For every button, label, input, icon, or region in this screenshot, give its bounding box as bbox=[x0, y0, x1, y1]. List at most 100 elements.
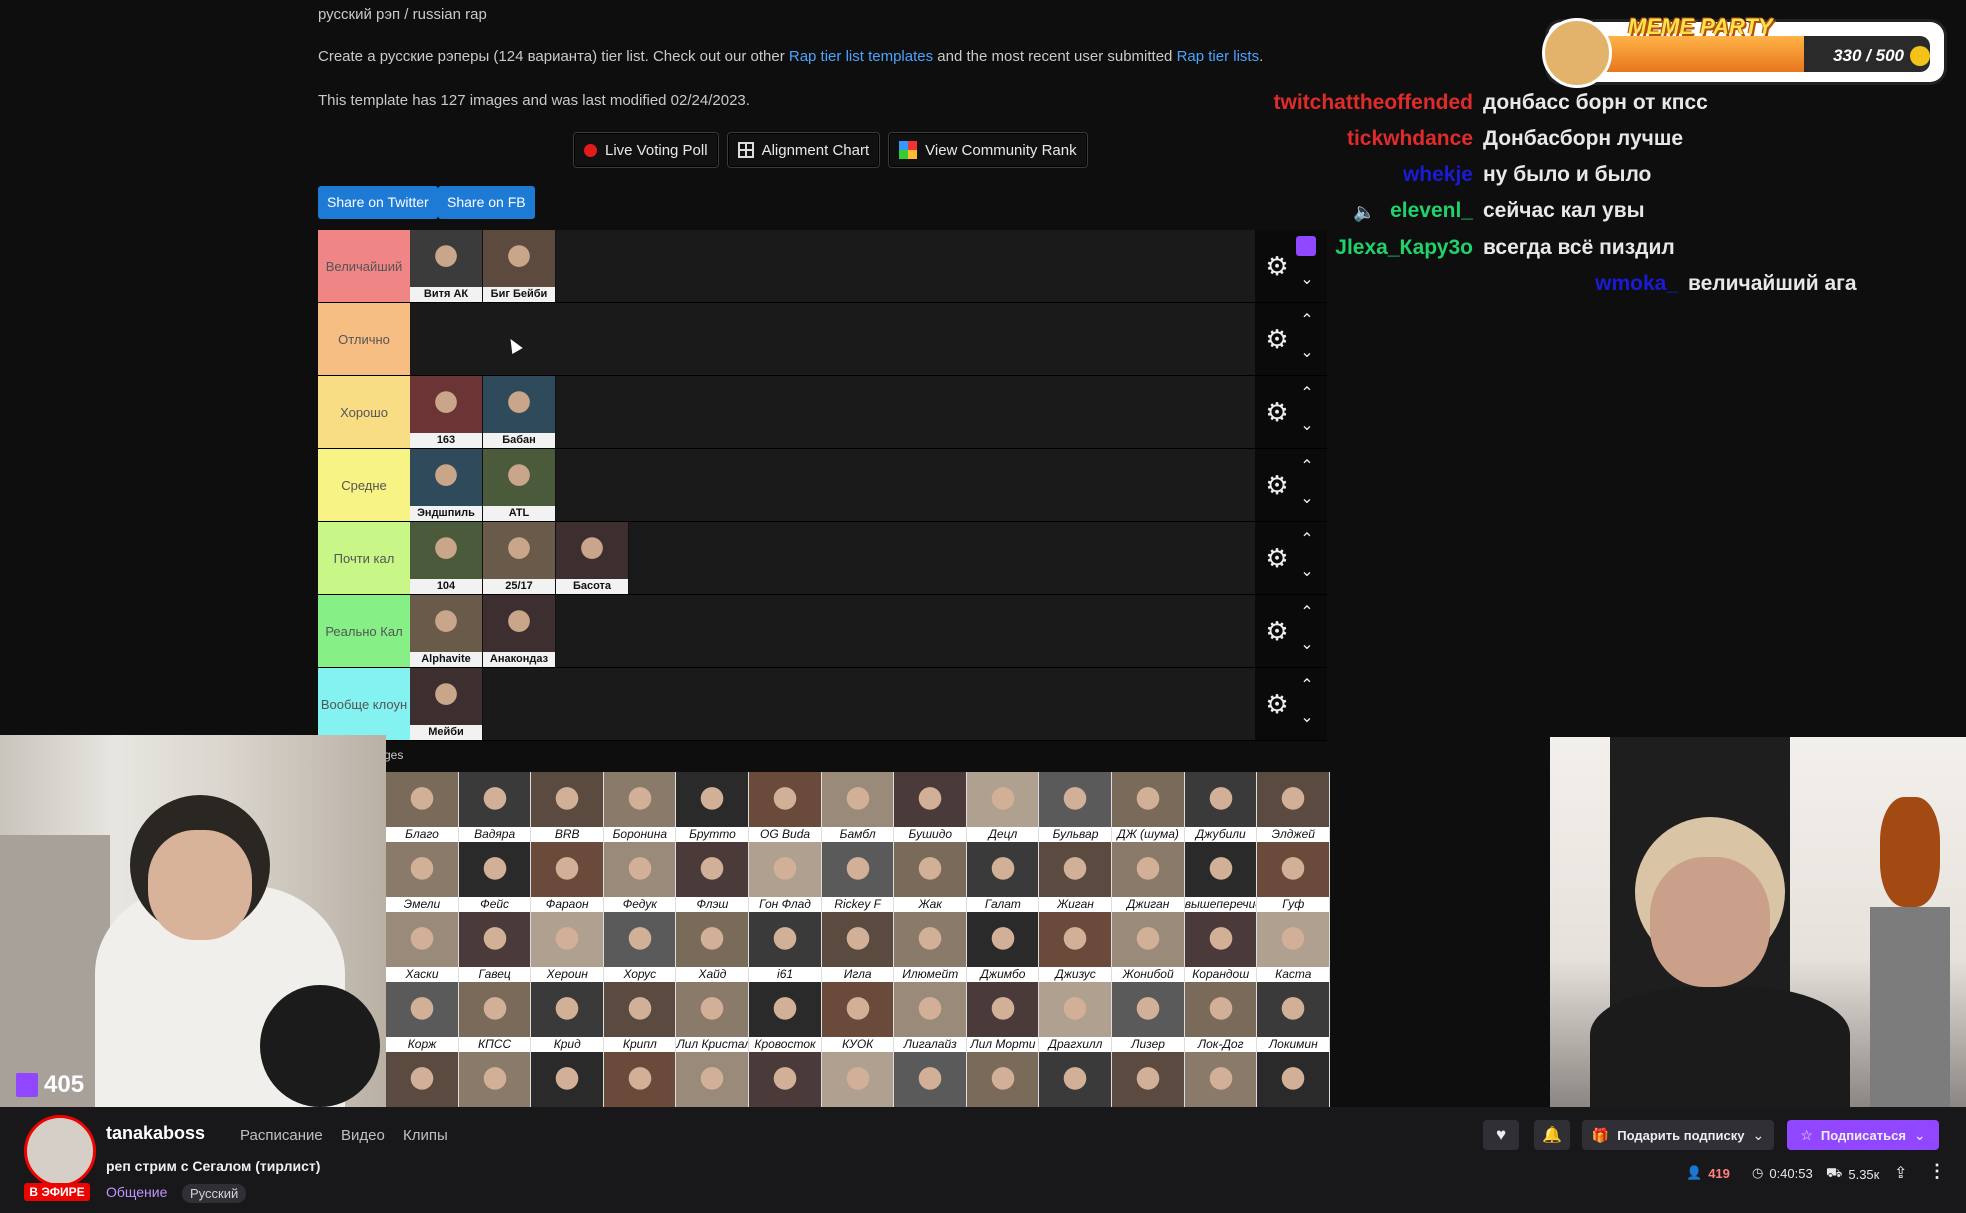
gear-icon[interactable]: ⚙ bbox=[1263, 617, 1291, 645]
pool-card[interactable] bbox=[1257, 1052, 1330, 1107]
tier-label[interactable]: Средне bbox=[318, 449, 410, 521]
tier-card[interactable]: Биг Бейби bbox=[483, 230, 556, 302]
pool-card[interactable]: ДЖ (шума) bbox=[1112, 772, 1185, 842]
pool-card[interactable] bbox=[1184, 1052, 1258, 1107]
pool-card[interactable] bbox=[676, 1052, 750, 1107]
follow-button[interactable]: ♥ bbox=[1483, 1120, 1519, 1150]
pool-card[interactable]: Жиган bbox=[1039, 842, 1113, 912]
pool-card[interactable]: Брутто bbox=[676, 772, 750, 842]
channel-avatar[interactable] bbox=[24, 1115, 96, 1187]
tier-card[interactable]: Мейби bbox=[410, 668, 483, 740]
pool-card[interactable] bbox=[966, 1052, 1040, 1107]
pool-card[interactable]: Rickey F bbox=[821, 842, 895, 912]
pool-card[interactable]: Джимбо bbox=[966, 912, 1040, 982]
pool-card[interactable]: Федук bbox=[603, 842, 677, 912]
pool-card[interactable]: Джубили bbox=[1184, 772, 1258, 842]
pool-card[interactable]: Лизер bbox=[1112, 982, 1185, 1052]
tier-label[interactable]: Величайший bbox=[318, 230, 410, 302]
chevron-down-icon[interactable]: ⌄ bbox=[1297, 491, 1317, 507]
gear-icon[interactable]: ⚙ bbox=[1263, 690, 1291, 718]
tier-card[interactable]: 104 bbox=[410, 522, 483, 594]
pool-card[interactable] bbox=[894, 1052, 967, 1107]
chevron-up-icon[interactable]: ⌃ bbox=[1297, 678, 1317, 694]
gear-icon[interactable]: ⚙ bbox=[1263, 325, 1291, 353]
pool-card[interactable]: Фейс bbox=[458, 842, 532, 912]
pool-card[interactable] bbox=[749, 1052, 822, 1107]
pool-card[interactable] bbox=[1112, 1052, 1185, 1107]
tier-card[interactable]: Витя АК bbox=[410, 230, 483, 302]
pool-card[interactable]: КПСС bbox=[458, 982, 532, 1052]
tier-card[interactable]: Анакондаз bbox=[483, 595, 556, 667]
pool-card[interactable]: Игла bbox=[821, 912, 895, 982]
share-icon[interactable]: ⇪ bbox=[1894, 1163, 1907, 1183]
pool-card[interactable]: Лил Морти bbox=[966, 982, 1040, 1052]
tier-card[interactable]: ATL bbox=[483, 449, 556, 521]
pool-card[interactable]: Вадяра bbox=[458, 772, 532, 842]
pool-card[interactable]: Джиган bbox=[1112, 842, 1185, 912]
tier-card[interactable]: Alphavite bbox=[410, 595, 483, 667]
pool-card[interactable]: Крипл bbox=[603, 982, 677, 1052]
alignment-chart-button[interactable]: Alignment Chart bbox=[726, 132, 881, 168]
community-rank-button[interactable]: View Community Rank bbox=[888, 132, 1088, 168]
pool-card[interactable]: Флэш bbox=[676, 842, 750, 912]
pool-card[interactable] bbox=[821, 1052, 895, 1107]
tier-card[interactable]: Бабан bbox=[483, 376, 556, 448]
pool-card[interactable]: Гон Флад bbox=[749, 842, 822, 912]
pool-card[interactable]: Лил Кристал bbox=[676, 982, 750, 1052]
chevron-down-icon[interactable]: ⌄ bbox=[1297, 710, 1317, 726]
nav-videos[interactable]: Видео bbox=[341, 1127, 385, 1144]
rap-templates-link[interactable]: Rap tier list templates bbox=[789, 48, 933, 65]
pool-card[interactable]: Галат bbox=[966, 842, 1040, 912]
tier-label[interactable]: Реально Кал bbox=[318, 595, 410, 667]
chevron-down-icon[interactable]: ⌄ bbox=[1297, 564, 1317, 580]
gear-icon[interactable]: ⚙ bbox=[1263, 398, 1291, 426]
stream-video[interactable]: русский рэп / russian rap Create a русск… bbox=[0, 0, 1966, 1107]
live-voting-poll-button[interactable]: Live Voting Poll bbox=[573, 132, 719, 168]
language-tag[interactable]: Русский bbox=[182, 1184, 247, 1203]
pool-card[interactable]: Жонибой bbox=[1112, 912, 1185, 982]
pool-card[interactable]: Корандош bbox=[1184, 912, 1258, 982]
pool-card[interactable]: Децл bbox=[966, 772, 1040, 842]
pool-card[interactable]: i61 bbox=[749, 912, 822, 982]
pool-card[interactable]: Гуф bbox=[1257, 842, 1330, 912]
pool-card[interactable]: Благо bbox=[386, 772, 459, 842]
chevron-down-icon[interactable]: ⌄ bbox=[1297, 418, 1317, 434]
chevron-up-icon[interactable]: ⌃ bbox=[1297, 386, 1317, 402]
pool-card[interactable]: Гавец bbox=[458, 912, 532, 982]
tier-label[interactable]: Хорошо bbox=[318, 376, 410, 448]
pool-card[interactable] bbox=[386, 1052, 459, 1107]
nav-clips[interactable]: Клипы bbox=[403, 1127, 448, 1144]
pool-card[interactable]: Драгхилл bbox=[1039, 982, 1113, 1052]
subscribe-button[interactable]: ☆ Подписаться ⌄ bbox=[1787, 1120, 1939, 1150]
tier-label[interactable]: Отлично bbox=[318, 303, 410, 375]
gear-icon[interactable]: ⚙ bbox=[1263, 544, 1291, 572]
gear-icon[interactable]: ⚙ bbox=[1263, 471, 1291, 499]
pool-card[interactable]: КУОК bbox=[821, 982, 895, 1052]
tier-label[interactable]: Вообще клоун bbox=[318, 668, 410, 740]
pool-card[interactable]: Боронина bbox=[603, 772, 677, 842]
chevron-up-icon[interactable]: ⌃ bbox=[1297, 605, 1317, 621]
chevron-down-icon[interactable]: ⌄ bbox=[1297, 637, 1317, 653]
pool-card[interactable]: Лигалайз bbox=[894, 982, 967, 1052]
pool-card[interactable] bbox=[458, 1052, 532, 1107]
pool-card[interactable]: BRB bbox=[531, 772, 604, 842]
pool-card[interactable]: Бульвар bbox=[1039, 772, 1113, 842]
pool-card[interactable]: Корж bbox=[386, 982, 459, 1052]
pool-card[interactable]: Бамбл bbox=[821, 772, 895, 842]
pool-card[interactable]: Хорус bbox=[603, 912, 677, 982]
pool-card[interactable]: Эмели bbox=[386, 842, 459, 912]
gift-sub-button[interactable]: 🎁 Подарить подписку ⌄ bbox=[1582, 1120, 1774, 1150]
pool-card[interactable] bbox=[531, 1052, 604, 1107]
pool-card[interactable]: Лок-Дог bbox=[1184, 982, 1258, 1052]
pool-card[interactable]: Фараон bbox=[531, 842, 604, 912]
pool-card[interactable]: Крид bbox=[531, 982, 604, 1052]
chevron-up-icon[interactable]: ⌃ bbox=[1297, 459, 1317, 475]
more-options-icon[interactable]: ⋮ bbox=[1928, 1161, 1946, 1182]
share-fb-button[interactable]: Share on FB bbox=[438, 186, 535, 219]
pool-card[interactable]: Илюмейт bbox=[894, 912, 967, 982]
pool-card[interactable]: Хайд bbox=[676, 912, 750, 982]
rap-tier-lists-link[interactable]: Rap tier lists bbox=[1177, 48, 1260, 65]
tier-label[interactable]: Почти кал bbox=[318, 522, 410, 594]
pool-card[interactable]: Хаски bbox=[386, 912, 459, 982]
notifications-button[interactable]: 🔔 bbox=[1534, 1120, 1570, 1150]
